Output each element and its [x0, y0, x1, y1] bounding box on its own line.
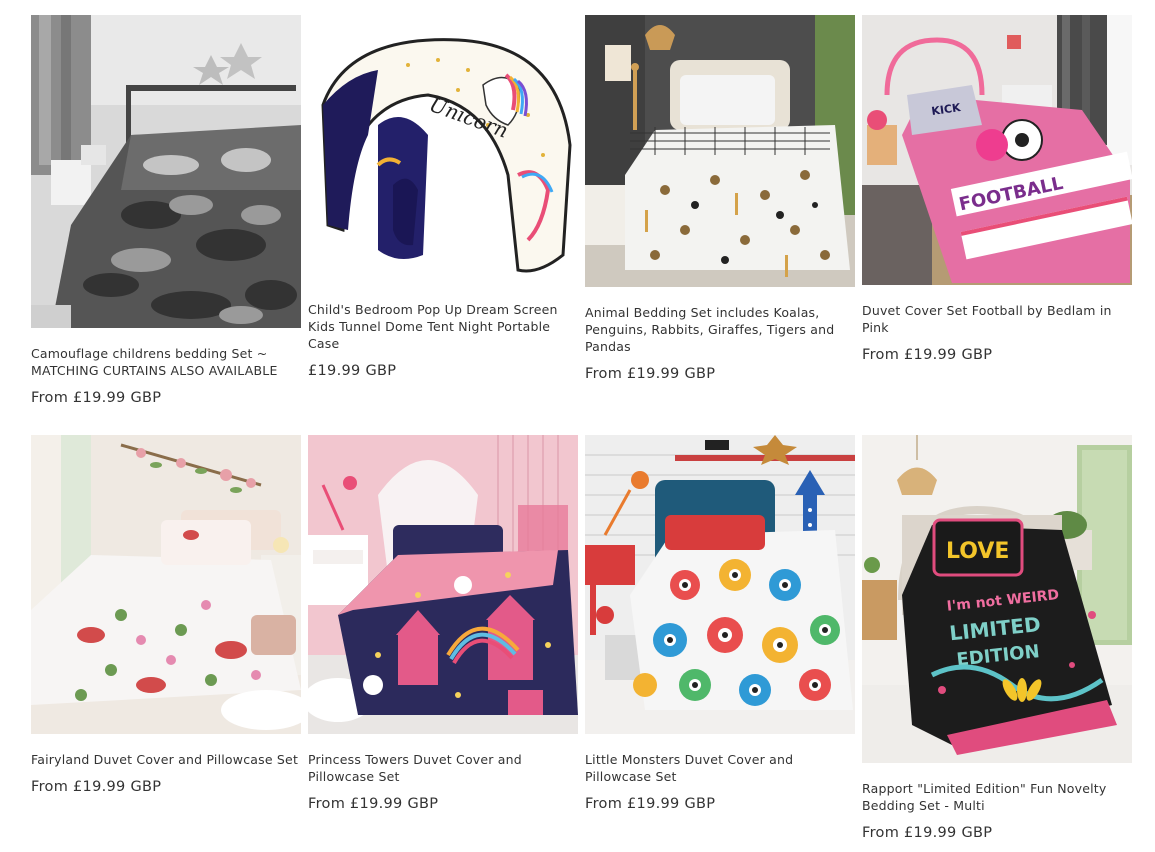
product-price: From £19.99 GBP — [862, 347, 993, 363]
product-price: From £19.99 GBP — [585, 366, 716, 382]
product-link[interactable]: Camouflage childrens bedding Set ~ MATCH… — [31, 15, 301, 406]
product-title[interactable]: Camouflage childrens bedding Set ~ MATCH… — [31, 345, 301, 379]
product-link[interactable]: Animal Bedding Set includes Koalas, Peng… — [585, 15, 855, 382]
product-image[interactable] — [585, 15, 855, 287]
product-title[interactable]: Fairyland Duvet Cover and Pillowcase Set — [31, 751, 301, 768]
product-price: From £19.99 GBP — [862, 825, 993, 841]
product-image[interactable] — [585, 435, 855, 734]
product-image[interactable] — [308, 435, 578, 734]
product-title[interactable]: Animal Bedding Set includes Koalas, Peng… — [585, 304, 855, 355]
product-image[interactable]: Unicorn — [308, 15, 578, 284]
product-card[interactable]: Princess Towers Duvet Cover and Pillowca… — [308, 435, 578, 812]
product-link[interactable]: LOVE I'm not WEIRD LIMITED EDITION Rappo… — [862, 435, 1132, 841]
product-price: From £19.99 GBP — [31, 390, 162, 406]
product-card[interactable]: KICK FOOTBALL Duvet Cover Set Football b… — [862, 15, 1132, 363]
product-price: From £19.99 GBP — [308, 796, 439, 812]
product-image[interactable]: KICK FOOTBALL — [862, 15, 1132, 285]
product-link[interactable]: Princess Towers Duvet Cover and Pillowca… — [308, 435, 578, 812]
product-image[interactable] — [31, 15, 301, 328]
product-price: From £19.99 GBP — [31, 779, 162, 795]
product-title[interactable]: Child's Bedroom Pop Up Dream Screen Kids… — [308, 301, 578, 352]
product-card[interactable]: Animal Bedding Set includes Koalas, Peng… — [585, 15, 855, 382]
product-price: £19.99 GBP — [308, 363, 397, 379]
product-title[interactable]: Duvet Cover Set Football by Bedlam in Pi… — [862, 302, 1132, 336]
product-title[interactable]: Little Monsters Duvet Cover and Pillowca… — [585, 751, 855, 785]
product-card[interactable]: Little Monsters Duvet Cover and Pillowca… — [585, 435, 855, 812]
product-title[interactable]: Princess Towers Duvet Cover and Pillowca… — [308, 751, 578, 785]
product-card[interactable]: LOVE I'm not WEIRD LIMITED EDITION Rappo… — [862, 435, 1132, 841]
product-card[interactable]: Camouflage childrens bedding Set ~ MATCH… — [31, 15, 301, 406]
product-image[interactable]: LOVE I'm not WEIRD LIMITED EDITION — [862, 435, 1132, 763]
product-title[interactable]: Rapport "Limited Edition" Fun Novelty Be… — [862, 780, 1132, 814]
product-price: From £19.99 GBP — [585, 796, 716, 812]
product-card[interactable]: Fairyland Duvet Cover and Pillowcase Set… — [31, 435, 301, 795]
product-card[interactable]: Unicorn Child's Bedroom Pop Up Dream Scr… — [308, 15, 578, 379]
product-link[interactable]: Little Monsters Duvet Cover and Pillowca… — [585, 435, 855, 812]
product-link[interactable]: Unicorn Child's Bedroom Pop Up Dream Scr… — [308, 15, 578, 379]
love-text: LOVE — [946, 539, 1009, 564]
product-link[interactable]: Fairyland Duvet Cover and Pillowcase Set… — [31, 435, 301, 795]
product-image[interactable] — [31, 435, 301, 734]
product-link[interactable]: KICK FOOTBALL Duvet Cover Set Football b… — [862, 15, 1132, 363]
